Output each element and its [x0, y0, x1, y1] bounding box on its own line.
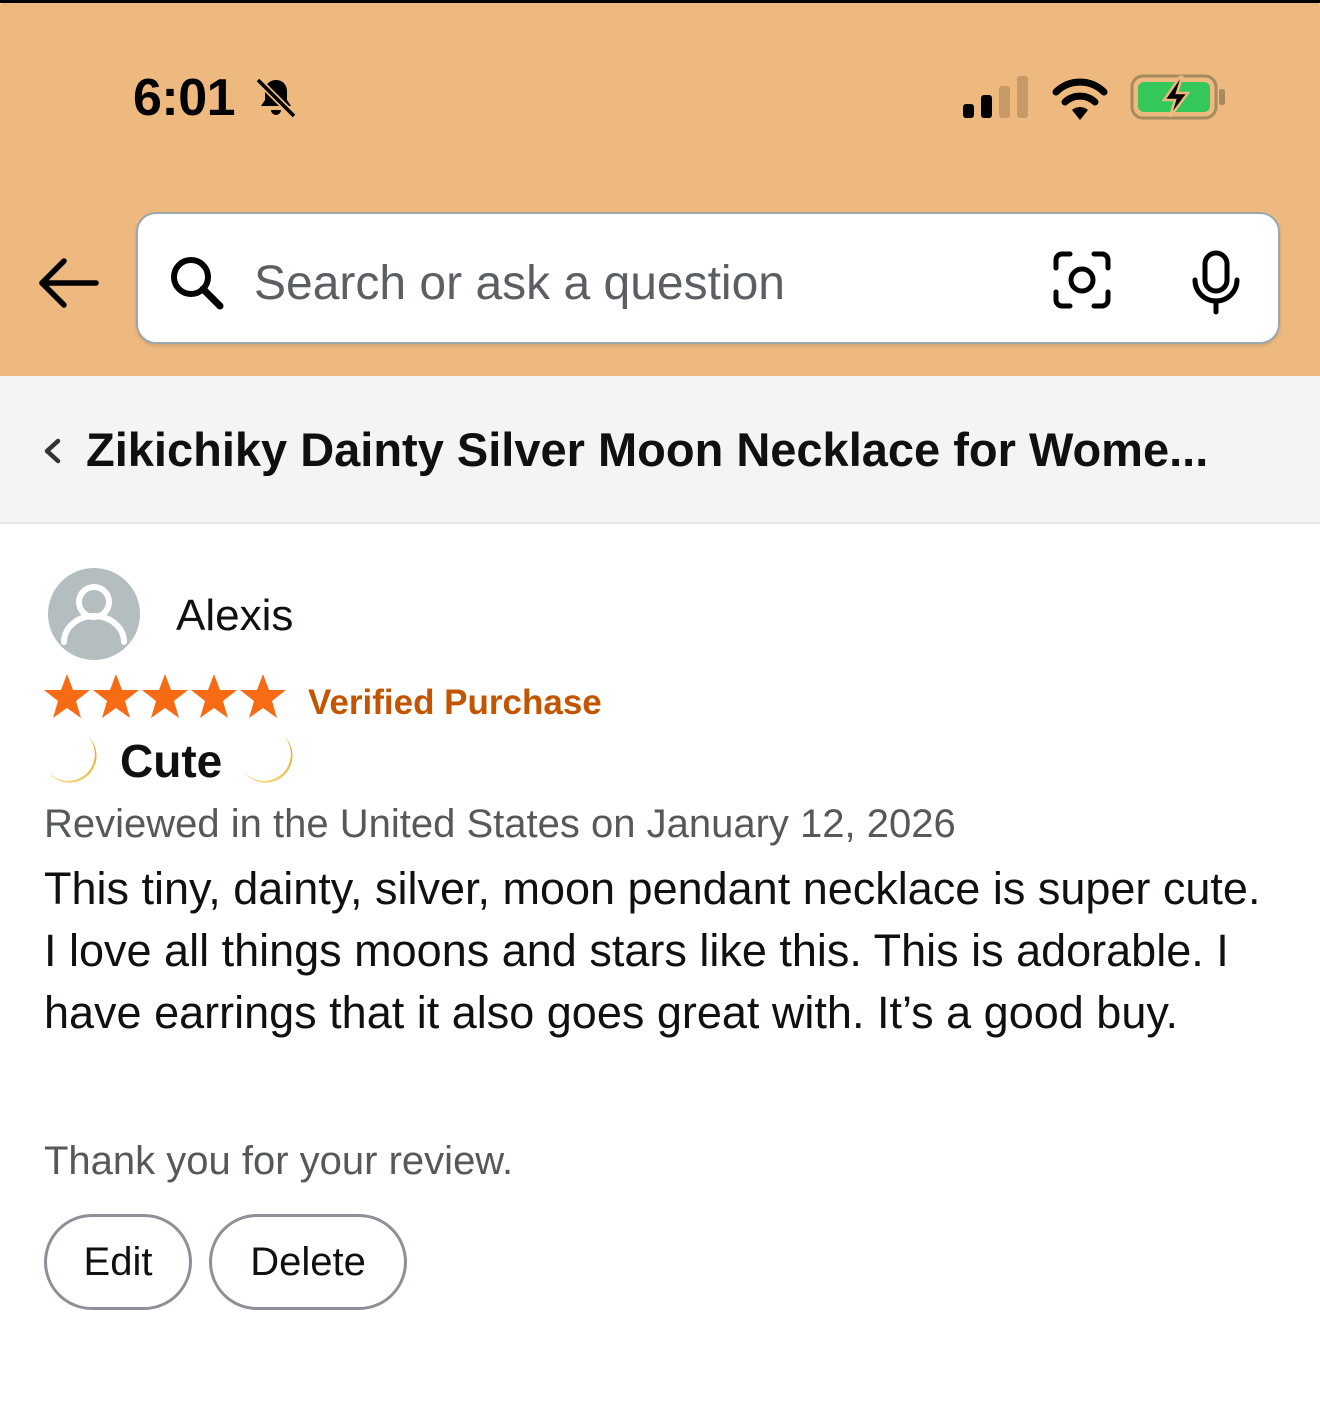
product-title-bar[interactable]: Zikichiky Dainty Silver Moon Necklace fo…	[0, 376, 1320, 524]
top-edge	[0, 0, 1320, 3]
review-body: This tiny, dainty, silver, moon pendant …	[44, 863, 1261, 1038]
thank-you-message: Thank you for your review.	[44, 1139, 514, 1183]
bell-slash-icon	[255, 77, 297, 119]
header: 6:01 Search or ask a question	[0, 0, 1320, 376]
reviewer-name: Alexis	[176, 591, 294, 640]
star-icon	[44, 674, 90, 718]
star-icon	[142, 674, 188, 718]
verified-purchase-badge: Verified Purchase	[308, 683, 602, 722]
arrow-left-icon[interactable]	[34, 254, 100, 312]
user-silhouette-icon	[61, 584, 127, 645]
avatar	[48, 568, 140, 660]
star-icon	[93, 674, 139, 718]
status-time: 6:01	[133, 69, 236, 127]
crescent-moon-icon	[48, 736, 97, 783]
wifi-icon	[1052, 78, 1108, 120]
camera-lens-icon[interactable]	[1052, 250, 1112, 310]
delete-button[interactable]: Delete	[209, 1214, 407, 1310]
review-date: Reviewed in the United States on January…	[44, 802, 956, 846]
cellular-signal-icon	[963, 76, 1028, 118]
microphone-icon[interactable]	[1188, 250, 1244, 316]
search-input[interactable]: Search or ask a question	[254, 252, 785, 316]
crescent-moon-icon	[244, 736, 293, 783]
app-screen: 6:01 Search or ask a question Zikichiky …	[0, 0, 1320, 1425]
review-title: Cute	[120, 735, 223, 787]
search-bar[interactable]: Search or ask a question	[136, 212, 1280, 344]
search-icon[interactable]	[168, 254, 224, 310]
star-icon	[240, 674, 286, 718]
product-title[interactable]: Zikichiky Dainty Silver Moon Necklace fo…	[86, 418, 1276, 482]
chevron-left-icon[interactable]	[40, 436, 66, 466]
star-icon	[191, 674, 237, 718]
battery-charging-icon	[1130, 74, 1225, 120]
star-rating	[44, 674, 286, 718]
edit-button[interactable]: Edit	[44, 1214, 192, 1310]
